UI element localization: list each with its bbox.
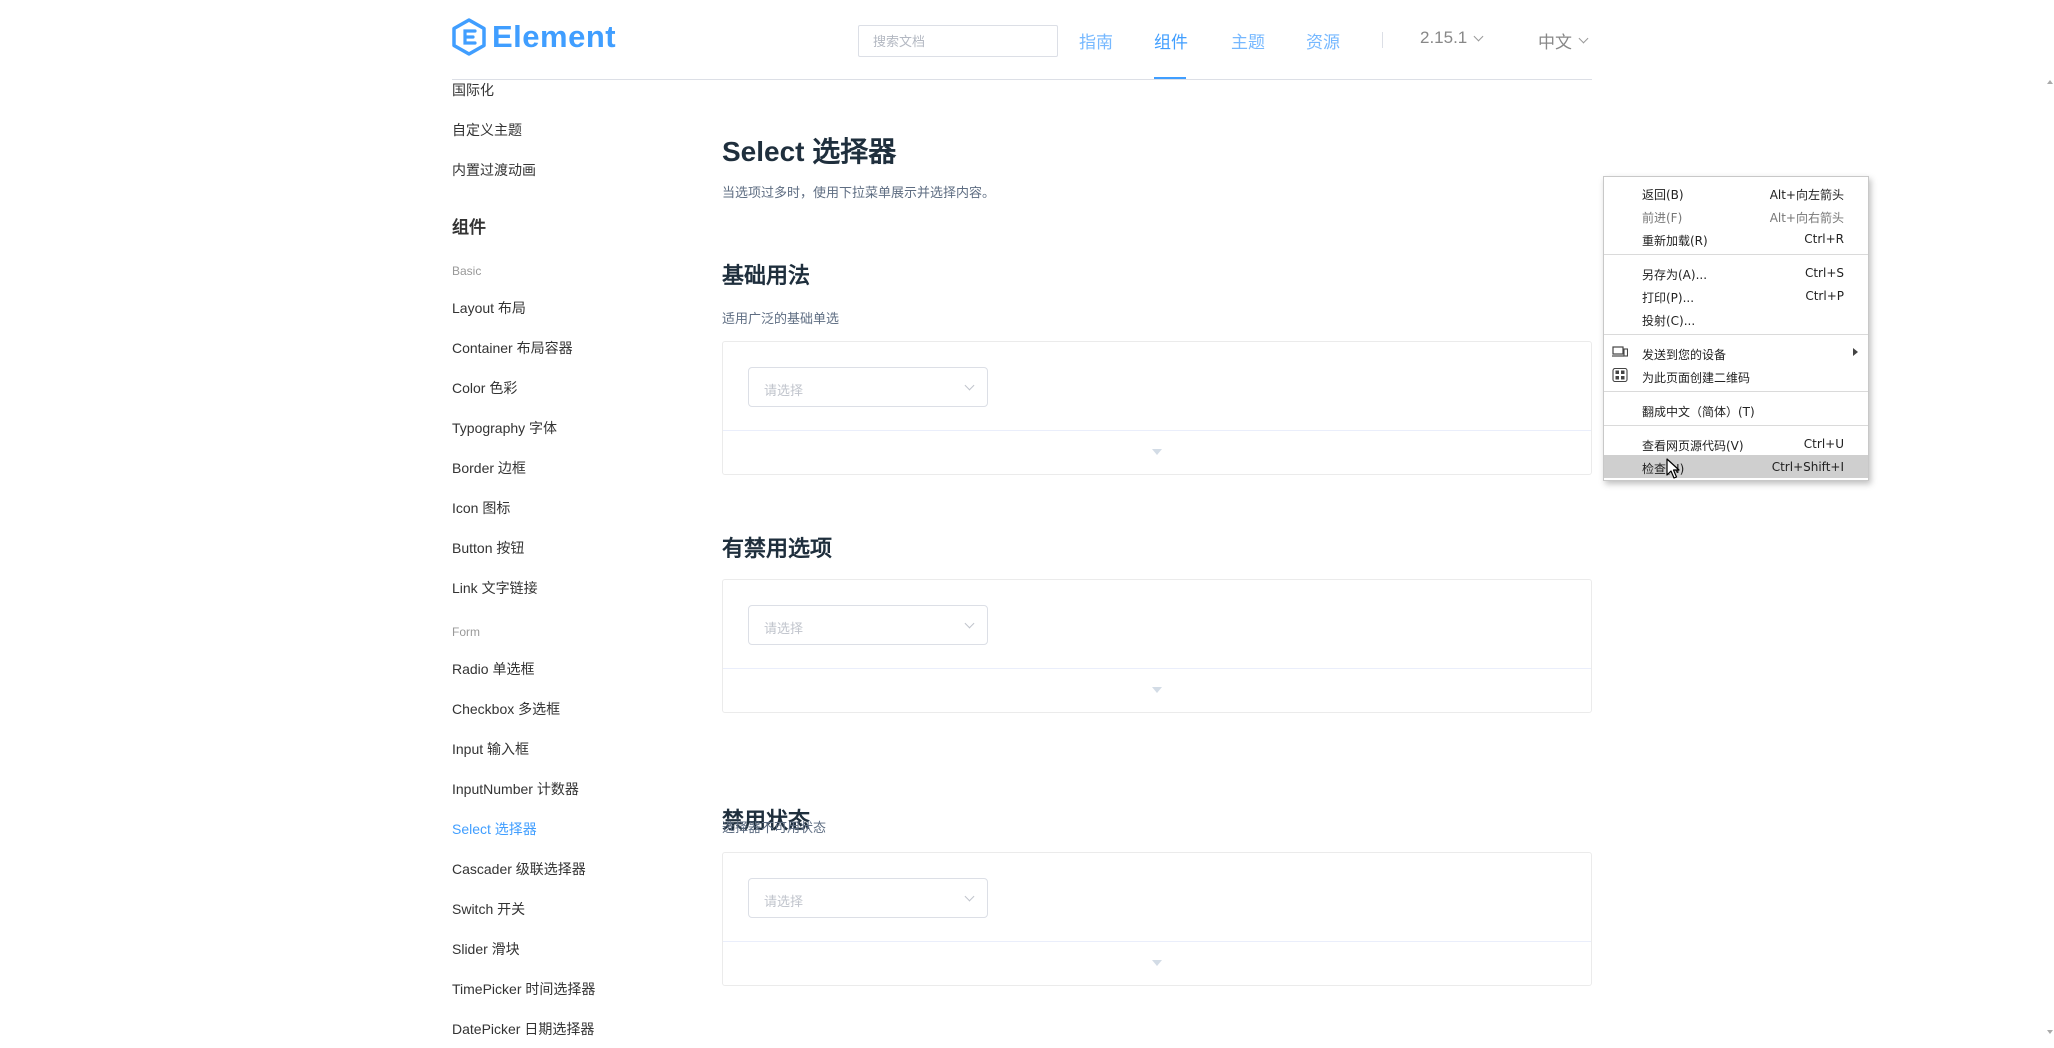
sidebar-item-icon[interactable]: Icon 图标 [452, 498, 510, 518]
menu-divider [1604, 391, 1868, 392]
page-scrollbar[interactable] [2046, 0, 2054, 1048]
search-input[interactable] [859, 26, 1057, 56]
nav-theme[interactable]: 主题 [1231, 28, 1265, 53]
qr-code-icon [1612, 368, 1628, 382]
demo-block-disabled-option: 请选择 [722, 579, 1592, 713]
sidebar-item-transition[interactable]: 内置过渡动画 [452, 160, 536, 180]
sidebar-item-link[interactable]: Link 文字链接 [452, 578, 538, 598]
sidebar-item-custom-theme[interactable]: 自定义主题 [452, 120, 522, 140]
sidebar-item-timepicker[interactable]: TimePicker 时间选择器 [452, 979, 595, 999]
language-dropdown[interactable]: 中文 [1538, 28, 1589, 53]
caret-down-icon [1152, 687, 1162, 693]
sidebar-item-radio[interactable]: Radio 单选框 [452, 659, 534, 679]
menu-divider [1604, 425, 1868, 426]
sidebar-item-i18n[interactable]: 国际化 [452, 80, 494, 100]
context-item-cast[interactable]: 投射(C)... [1604, 307, 1868, 330]
select-input[interactable]: 请选择 [748, 605, 988, 645]
element-hexagon-icon [452, 18, 486, 56]
caret-down-icon [1152, 960, 1162, 966]
page-description: 当选项过多时，使用下拉菜单展示并选择内容。 [722, 185, 996, 200]
sidebar-item-cascader[interactable]: Cascader 级联选择器 [452, 859, 586, 879]
version-dropdown[interactable]: 2.15.1 [1420, 28, 1484, 48]
nav-divider [1382, 32, 1383, 48]
caret-down-icon [1152, 449, 1162, 455]
section-desc-basic: 适用广泛的基础单选 [722, 311, 840, 326]
demo-expand-toggle[interactable] [723, 668, 1591, 712]
context-item-back[interactable]: 返回(B) Alt+向左箭头 [1604, 181, 1868, 204]
context-item-save-as[interactable]: 另存为(A)... Ctrl+S [1604, 261, 1868, 284]
sidebar-item-typography[interactable]: Typography 字体 [452, 418, 557, 438]
active-nav-indicator [1154, 77, 1186, 79]
sidebar-item-slider[interactable]: Slider 滑块 [452, 939, 520, 959]
element-logo[interactable]: Element [452, 18, 616, 56]
sidebar-group-components: 组件 [452, 218, 486, 237]
context-item-inspect[interactable]: 检查(N) Ctrl+Shift+I [1604, 455, 1868, 478]
sidebar-item-select[interactable]: Select 选择器 [452, 819, 537, 839]
menu-divider [1604, 334, 1868, 335]
site-header: Element 指南 组件 主题 资源 2.15.1 中文 [452, 0, 1592, 80]
submenu-arrow-icon [1853, 348, 1858, 356]
chevron-down-icon [1473, 31, 1484, 41]
logo-text: Element [492, 19, 617, 54]
context-item-send-to-device[interactable]: 发送到您的设备 [1604, 341, 1868, 364]
device-icon [1612, 346, 1628, 357]
search-box[interactable] [858, 25, 1058, 57]
context-item-forward[interactable]: 前进(F) Alt+向右箭头 [1604, 204, 1868, 227]
select-input[interactable]: 请选择 [748, 367, 988, 407]
sidebar-item-input[interactable]: Input 输入框 [452, 739, 529, 759]
scroll-down-icon[interactable] [2047, 1030, 2053, 1034]
chevron-down-icon [964, 380, 975, 391]
mouse-cursor-icon [1666, 458, 1680, 479]
select-placeholder: 请选择 [764, 383, 804, 398]
language-label: 中文 [1538, 33, 1572, 52]
menu-divider [1604, 254, 1868, 255]
demo-expand-toggle[interactable] [723, 941, 1591, 985]
nav-resource[interactable]: 资源 [1306, 28, 1340, 53]
section-title-disabled-option: 有禁用选项 [722, 536, 833, 561]
select-input[interactable]: 请选择 [748, 878, 988, 918]
select-placeholder: 请选择 [764, 621, 804, 636]
sidebar-item-inputnumber[interactable]: InputNumber 计数器 [452, 779, 579, 799]
sidebar-item-color[interactable]: Color 色彩 [452, 378, 517, 398]
sidebar-item-button[interactable]: Button 按钮 [452, 538, 524, 558]
browser-context-menu: 返回(B) Alt+向左箭头 前进(F) Alt+向右箭头 重新加载(R) Ct… [1603, 176, 1869, 481]
page-title: Select 选择器 [722, 136, 897, 167]
context-item-reload[interactable]: 重新加载(R) Ctrl+R [1604, 227, 1868, 250]
sidebar-item-layout[interactable]: Layout 布局 [452, 298, 526, 318]
section-desc-disabled: 选择器不可用状态 [722, 820, 827, 835]
nav-guide[interactable]: 指南 [1079, 28, 1113, 53]
context-item-view-source[interactable]: 查看网页源代码(V) Ctrl+U [1604, 432, 1868, 455]
sidebar-subgroup-form: Form [452, 625, 480, 639]
chevron-down-icon [964, 891, 975, 902]
scroll-up-icon[interactable] [2047, 80, 2053, 84]
sidebar-item-checkbox[interactable]: Checkbox 多选框 [452, 699, 560, 719]
sidebar-item-container[interactable]: Container 布局容器 [452, 338, 573, 358]
version-label: 2.15.1 [1420, 28, 1468, 47]
context-item-qr-code[interactable]: 为此页面创建二维码 [1604, 364, 1868, 387]
context-item-print[interactable]: 打印(P)... Ctrl+P [1604, 284, 1868, 307]
context-item-translate[interactable]: 翻成中文（简体）(T) [1604, 398, 1868, 421]
sidebar-item-switch[interactable]: Switch 开关 [452, 899, 525, 919]
select-placeholder: 请选择 [764, 894, 804, 909]
demo-block-disabled: 请选择 [722, 852, 1592, 986]
demo-expand-toggle[interactable] [723, 430, 1591, 474]
sidebar-item-datepicker[interactable]: DatePicker 日期选择器 [452, 1019, 594, 1039]
section-title-basic: 基础用法 [722, 263, 811, 288]
nav-component[interactable]: 组件 [1154, 28, 1188, 53]
demo-block-basic: 请选择 [722, 341, 1592, 475]
sidebar-item-border[interactable]: Border 边框 [452, 458, 526, 478]
sidebar-subgroup-basic: Basic [452, 264, 482, 278]
chevron-down-icon [964, 618, 975, 629]
chevron-down-icon [1578, 33, 1589, 44]
